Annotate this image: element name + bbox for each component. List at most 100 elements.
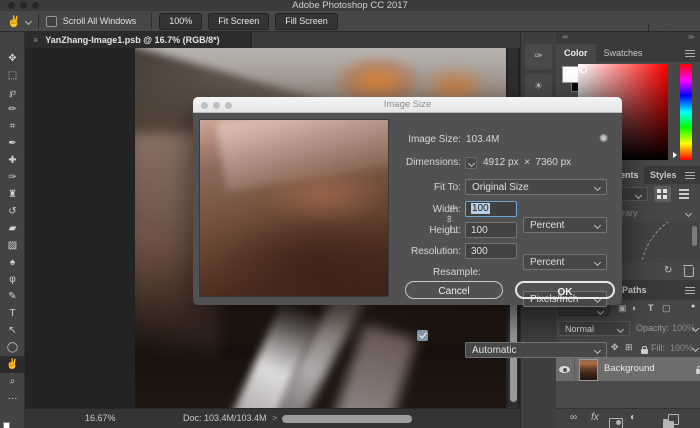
dimensions-value: 4912 px × 7360 px: [483, 157, 571, 168]
pen-tool[interactable]: ✎: [0, 288, 25, 305]
lock-position-icon[interactable]: ✥: [611, 342, 619, 353]
image-size-value: 103.4M: [466, 134, 499, 145]
type-tool[interactable]: T: [0, 305, 25, 322]
fit-to-dropdown[interactable]: Original Size: [465, 179, 607, 195]
dodge-tool[interactable]: φ: [0, 271, 25, 288]
height-input[interactable]: 100: [465, 222, 517, 238]
zoom-tool[interactable]: ⌕: [0, 373, 25, 390]
tab-color[interactable]: Color: [556, 44, 596, 62]
resample-dropdown[interactable]: Automatic: [465, 342, 607, 358]
hand-tool[interactable]: ✌: [0, 356, 25, 373]
zoom-level[interactable]: 16.67%: [85, 413, 116, 423]
grid-view-button[interactable]: [654, 186, 671, 202]
panel-scrollbar-thumb[interactable]: [692, 226, 697, 246]
gradient-tool[interactable]: ▨: [0, 237, 25, 254]
crop-tool[interactable]: ⌗: [0, 118, 25, 135]
resample-checkbox[interactable]: [417, 330, 428, 341]
filter-type-icon[interactable]: T: [648, 303, 654, 313]
quick-selection-tool[interactable]: ✏: [0, 101, 25, 118]
history-brush-tool[interactable]: ↺: [0, 203, 25, 220]
dimensions-label: Dimensions:: [343, 157, 461, 168]
document-tab[interactable]: × YanZhang-Image1.psb @ 16.7% (RGB/8*): [25, 32, 252, 48]
panel-menu-icon[interactable]: [685, 287, 695, 294]
brush-tool[interactable]: ✑: [0, 169, 25, 186]
layer-row-background[interactable]: Background: [556, 357, 700, 381]
close-tab-icon[interactable]: ×: [33, 35, 38, 45]
tools-panel: ✥⬚℘✏⌗✒✚✑♜↺▰▨♠φ✎T↖◯✌⌕···: [0, 32, 25, 428]
tab-styles[interactable]: Styles: [650, 170, 677, 180]
panel-icon-brush[interactable]: ✑: [525, 44, 552, 70]
tab-fragment[interactable]: ents: [620, 170, 639, 180]
resolution-value: 300: [471, 246, 488, 257]
panel-menu-icon[interactable]: [685, 172, 695, 179]
marquee-tool[interactable]: ⬚: [0, 67, 25, 84]
default-colors-icon[interactable]: [3, 422, 10, 428]
width-input[interactable]: 100: [465, 201, 517, 217]
status-chevron-icon[interactable]: >: [272, 413, 277, 423]
fill-screen-button[interactable]: Fill Screen: [275, 13, 338, 30]
lock-artboard-icon[interactable]: ⊞: [625, 342, 633, 353]
layer-visibility-eye-icon[interactable]: [559, 366, 570, 373]
edit-toolbar[interactable]: ···: [0, 390, 25, 407]
dialog-titlebar[interactable]: Image Size: [193, 97, 622, 113]
tab-swatches[interactable]: Swatches: [596, 44, 651, 62]
width-unit-value: Percent: [530, 220, 564, 231]
divider: [151, 13, 152, 29]
zoom-100-button[interactable]: 100%: [159, 13, 202, 30]
height-unit-dropdown[interactable]: Percent: [523, 254, 607, 270]
tool-preset-chevron-icon[interactable]: [25, 17, 32, 24]
resample-label: Resample:: [433, 267, 481, 278]
fill-value[interactable]: 100%: [670, 343, 693, 353]
options-bar: ✌ Scroll All Windows 100% Fit Screen Fil…: [0, 11, 700, 32]
width-label: Width:: [343, 204, 461, 215]
lock-all-icon[interactable]: [641, 349, 648, 354]
add-mask-icon[interactable]: [609, 418, 623, 428]
foreground-color-chip[interactable]: [562, 66, 579, 83]
scroll-all-windows-checkbox[interactable]: [46, 16, 57, 27]
fit-screen-button[interactable]: Fit Screen: [208, 13, 269, 30]
clone-stamp-tool[interactable]: ♜: [0, 186, 25, 203]
blend-mode-dropdown[interactable]: Normal: [558, 321, 630, 336]
ellipse-tool[interactable]: ◯: [0, 339, 25, 356]
layer-thumbnail[interactable]: [579, 359, 598, 381]
titlebar: Adobe Photoshop CC 2017: [0, 0, 700, 11]
image-size-label: Image Size:: [343, 134, 461, 145]
new-layer-icon[interactable]: [668, 414, 679, 425]
filter-adjustment-icon[interactable]: ◐: [632, 303, 637, 313]
healing-brush-tool[interactable]: ✚: [0, 152, 25, 169]
preview-rock-light: [260, 165, 389, 225]
library-chevron-icon[interactable]: [685, 210, 692, 217]
panel-menu-icon[interactable]: [685, 50, 695, 57]
eyedropper-tool[interactable]: ✒: [0, 135, 25, 152]
layer-effects-icon[interactable]: fx: [591, 412, 599, 423]
eraser-tool[interactable]: ▰: [0, 220, 25, 237]
expand-panels-icon[interactable]: >>: [688, 34, 694, 41]
hue-slider[interactable]: [680, 64, 692, 160]
collapse-panels-icon[interactable]: <<: [562, 34, 568, 41]
color-panel-tabs: Color Swatches: [556, 44, 700, 62]
cancel-button[interactable]: Cancel: [405, 281, 503, 299]
filter-toggle-icon[interactable]: ●: [691, 303, 695, 310]
move-tool[interactable]: ✥: [0, 50, 25, 67]
ok-button[interactable]: OK: [515, 281, 615, 299]
adjustment-layer-icon[interactable]: ◐: [630, 412, 636, 423]
gear-icon[interactable]: ✺: [599, 132, 608, 145]
hue-slider-arrow-icon[interactable]: [673, 152, 677, 158]
horizontal-scrollbar-thumb[interactable]: [282, 415, 412, 423]
sync-icon[interactable]: ↻: [664, 265, 672, 276]
trash-icon[interactable]: [684, 267, 694, 277]
doc-size-info: Doc: 103.4M/103.4M: [183, 413, 267, 423]
dimensions-chevron-button[interactable]: [465, 157, 477, 169]
path-selection-tool[interactable]: ↖: [0, 322, 25, 339]
width-unit-dropdown[interactable]: Percent: [523, 217, 607, 233]
filter-shape-icon[interactable]: ▢: [662, 303, 671, 314]
link-layers-icon[interactable]: ∞: [570, 412, 577, 423]
list-view-button[interactable]: [676, 186, 693, 202]
tab-paths[interactable]: Paths: [622, 285, 647, 295]
resolution-input[interactable]: 300: [465, 243, 517, 259]
blur-tool[interactable]: ♠: [0, 254, 25, 271]
color-picker-marker[interactable]: [580, 66, 587, 73]
lasso-tool[interactable]: ℘: [0, 84, 25, 101]
library-label-fragment[interactable]: rary: [622, 208, 638, 218]
filter-pixel-icon[interactable]: ▣: [618, 303, 627, 314]
